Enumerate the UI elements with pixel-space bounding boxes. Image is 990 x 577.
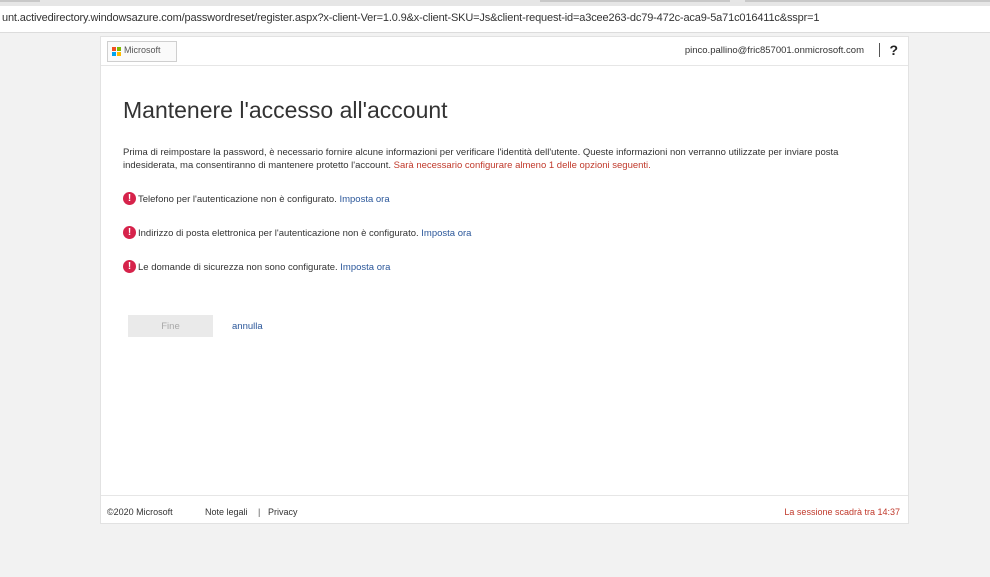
- setup-security-questions-link[interactable]: Imposta ora: [340, 262, 390, 273]
- page-title: Mantenere l'accesso all'account: [123, 97, 448, 123]
- microsoft-logo-icon: [112, 47, 121, 56]
- registration-card: Microsoft pinco.pallino@fric857001.onmic…: [100, 36, 909, 524]
- session-timer: La sessione scadrà tra 14:37: [784, 507, 900, 517]
- header-divider: [879, 43, 880, 57]
- copyright: ©2020 Microsoft: [107, 507, 173, 517]
- setup-email-link[interactable]: Imposta ora: [421, 228, 471, 239]
- tab-indicator: [540, 0, 730, 2]
- requirement-label: Telefono per l'autenticazione non è conf…: [138, 194, 337, 205]
- requirement-label: Indirizzo di posta elettronica per l'aut…: [138, 228, 419, 239]
- address-url[interactable]: unt.activedirectory.windowsazure.com/pas…: [2, 12, 820, 24]
- tab-indicator: [0, 0, 40, 2]
- exclamation-circle-icon: !: [123, 192, 136, 205]
- intro-text: Prima di reimpostare la password, è nece…: [123, 147, 893, 172]
- footer-separator: |: [258, 507, 261, 517]
- requirement-text: Telefono per l'autenticazione non è conf…: [138, 194, 390, 205]
- user-email[interactable]: pinco.pallino@fric857001.onmicrosoft.com: [685, 45, 864, 56]
- setup-phone-link[interactable]: Imposta ora: [339, 194, 389, 205]
- microsoft-logo[interactable]: Microsoft: [107, 41, 177, 62]
- tab-indicator: [745, 0, 990, 2]
- privacy-link[interactable]: Privacy: [268, 507, 298, 517]
- logo-text: Microsoft: [124, 45, 161, 55]
- exclamation-circle-icon: !: [123, 260, 136, 273]
- card-footer: ©2020 Microsoft Note legali | Privacy La…: [101, 495, 908, 524]
- intro-warning: Sarà necessario configurare almeno 1 del…: [393, 159, 651, 171]
- help-icon[interactable]: ?: [889, 42, 898, 58]
- card-header: Microsoft pinco.pallino@fric857001.onmic…: [101, 37, 908, 66]
- requirement-label: Le domande di sicurezza non sono configu…: [138, 262, 338, 273]
- cancel-link[interactable]: annulla: [232, 321, 263, 332]
- legal-notes-link[interactable]: Note legali: [205, 507, 248, 517]
- finish-button[interactable]: Fine: [128, 315, 213, 337]
- requirement-text: Indirizzo di posta elettronica per l'aut…: [138, 228, 471, 239]
- requirement-text: Le domande di sicurezza non sono configu…: [138, 262, 390, 273]
- exclamation-circle-icon: !: [123, 226, 136, 239]
- browser-address-bar[interactable]: unt.activedirectory.windowsazure.com/pas…: [0, 6, 990, 33]
